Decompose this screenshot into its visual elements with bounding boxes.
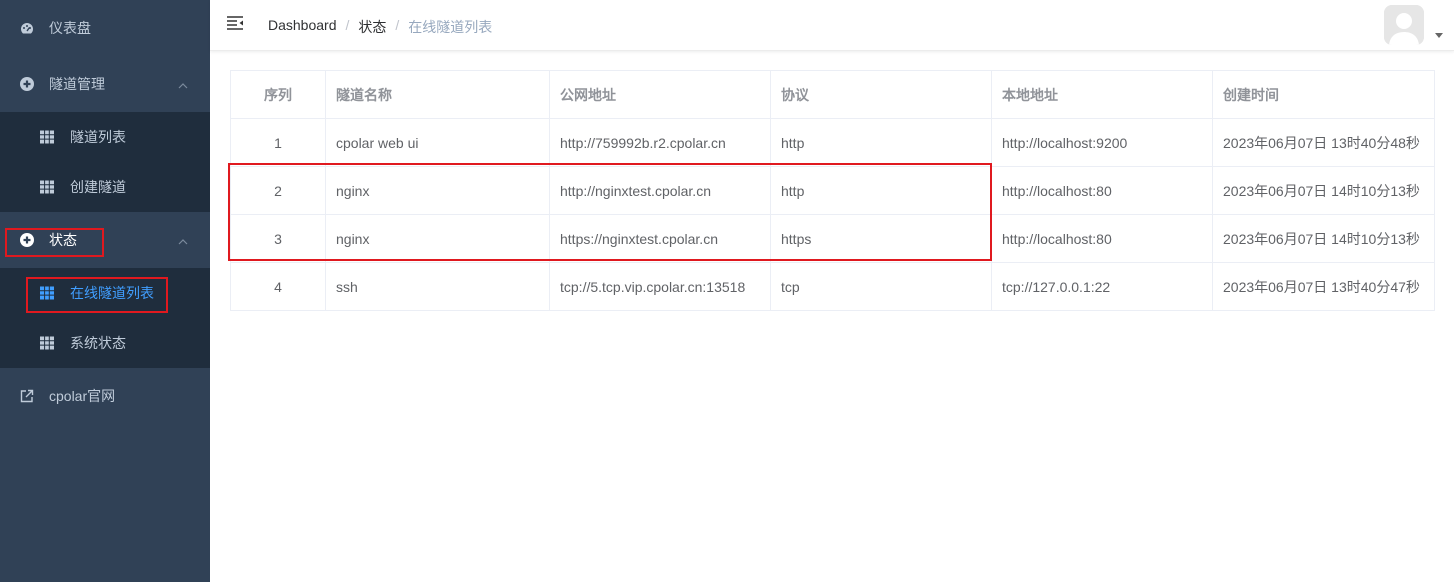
menu-cpolar-site[interactable]: cpolar官网 [0, 368, 210, 424]
column-header-public-url: 公网地址 [549, 70, 771, 119]
sidebar-item-online-tunnels[interactable]: 在线隧道列表 [0, 268, 210, 318]
menu-status[interactable]: 状态 [0, 212, 210, 268]
cell-created: 2023年06月07日 13时40分47秒 [1212, 262, 1435, 311]
grid-icon [40, 180, 54, 194]
submenu-status: 在线隧道列表 系统状态 [0, 268, 210, 368]
table-header-row: 序列 隧道名称 公网地址 协议 本地地址 创建时间 [230, 70, 1435, 119]
column-header-local-addr: 本地地址 [991, 70, 1213, 119]
cell-index: 3 [230, 214, 326, 263]
table-row: 4 ssh tcp://5.tcp.vip.cpolar.cn:13518 tc… [230, 262, 1435, 311]
online-tunnel-table: 序列 隧道名称 公网地址 协议 本地地址 创建时间 1 cpolar web u… [230, 70, 1435, 311]
grid-icon [40, 286, 54, 300]
breadcrumb-status: 状态 [358, 19, 387, 35]
chevron-up-icon [178, 232, 188, 248]
menu-dashboard-label: 仪表盘 [49, 20, 91, 36]
hamburger-icon[interactable] [227, 16, 243, 30]
cell-public-url: tcp://5.tcp.vip.cpolar.cn:13518 [549, 262, 771, 311]
cell-protocol: https [770, 214, 992, 263]
cell-created: 2023年06月07日 13时40分48秒 [1212, 118, 1435, 167]
dashboard-icon [20, 21, 34, 35]
breadcrumb-separator: / [345, 17, 350, 33]
cell-created: 2023年06月07日 14时10分13秒 [1212, 214, 1435, 263]
cell-public-url: https://nginxtest.cpolar.cn [549, 214, 771, 263]
tunnel-management-icon [20, 77, 34, 91]
tunnel-table-container: 序列 隧道名称 公网地址 协议 本地地址 创建时间 1 cpolar web u… [230, 70, 1435, 311]
breadcrumb-dashboard[interactable]: Dashboard [268, 17, 337, 37]
column-header-created: 创建时间 [1212, 70, 1435, 119]
cell-index: 2 [230, 166, 326, 215]
cell-protocol: http [770, 166, 992, 215]
grid-icon [40, 130, 54, 144]
cell-name: cpolar web ui [325, 118, 550, 167]
cell-index: 1 [230, 118, 326, 167]
cell-name: nginx [325, 214, 550, 263]
menu-tunnel-management[interactable]: 隧道管理 [0, 56, 210, 112]
chevron-up-icon [178, 76, 188, 92]
breadcrumb-current: 在线隧道列表 [408, 19, 493, 35]
navbar: Dashboard / 状态 / 在线隧道列表 [210, 0, 1454, 51]
menu-status-label: 状态 [49, 232, 77, 248]
sidebar-item-create-tunnel-label: 创建隧道 [70, 179, 126, 195]
cell-protocol: http [770, 118, 992, 167]
menu-tunnel-management-label: 隧道管理 [49, 76, 105, 92]
table-row: 3 nginx https://nginxtest.cpolar.cn http… [230, 214, 1435, 263]
cell-local-addr: http://localhost:9200 [991, 118, 1213, 167]
table-row: 1 cpolar web ui http://759992b.r2.cpolar… [230, 118, 1435, 167]
cell-local-addr: http://localhost:80 [991, 166, 1213, 215]
sidebar-item-system-status[interactable]: 系统状态 [0, 318, 210, 368]
caret-down-icon[interactable] [1435, 33, 1443, 38]
sidebar-item-system-status-label: 系统状态 [70, 335, 126, 351]
status-icon [20, 233, 34, 247]
sidebar-item-online-tunnels-label: 在线隧道列表 [70, 285, 154, 301]
sidebar-item-tunnel-list-label: 隧道列表 [70, 129, 126, 145]
breadcrumb-separator: / [395, 17, 400, 33]
menu-dashboard[interactable]: 仪表盘 [0, 0, 210, 56]
cell-protocol: tcp [770, 262, 992, 311]
cell-public-url: http://759992b.r2.cpolar.cn [549, 118, 771, 167]
cell-public-url: http://nginxtest.cpolar.cn [549, 166, 771, 215]
external-link-icon [20, 389, 34, 403]
breadcrumb: Dashboard / 状态 / 在线隧道列表 [268, 17, 492, 37]
cell-local-addr: http://localhost:80 [991, 214, 1213, 263]
column-header-protocol: 协议 [770, 70, 992, 119]
column-header-index: 序列 [230, 70, 326, 119]
cell-created: 2023年06月07日 14时10分13秒 [1212, 166, 1435, 215]
cell-name: nginx [325, 166, 550, 215]
sidebar: 仪表盘 隧道管理 隧道列表 创建隧道 状态 在线隧道列表 系统状态 cpolar… [0, 0, 210, 582]
menu-cpolar-site-label: cpolar官网 [49, 388, 116, 404]
cell-index: 4 [230, 262, 326, 311]
sidebar-item-create-tunnel[interactable]: 创建隧道 [0, 162, 210, 212]
avatar[interactable] [1384, 5, 1424, 45]
table-row: 2 nginx http://nginxtest.cpolar.cn http … [230, 166, 1435, 215]
cell-local-addr: tcp://127.0.0.1:22 [991, 262, 1213, 311]
grid-icon [40, 336, 54, 350]
sidebar-item-tunnel-list[interactable]: 隧道列表 [0, 112, 210, 162]
cell-name: ssh [325, 262, 550, 311]
submenu-tunnel-management: 隧道列表 创建隧道 [0, 112, 210, 212]
column-header-name: 隧道名称 [325, 70, 550, 119]
